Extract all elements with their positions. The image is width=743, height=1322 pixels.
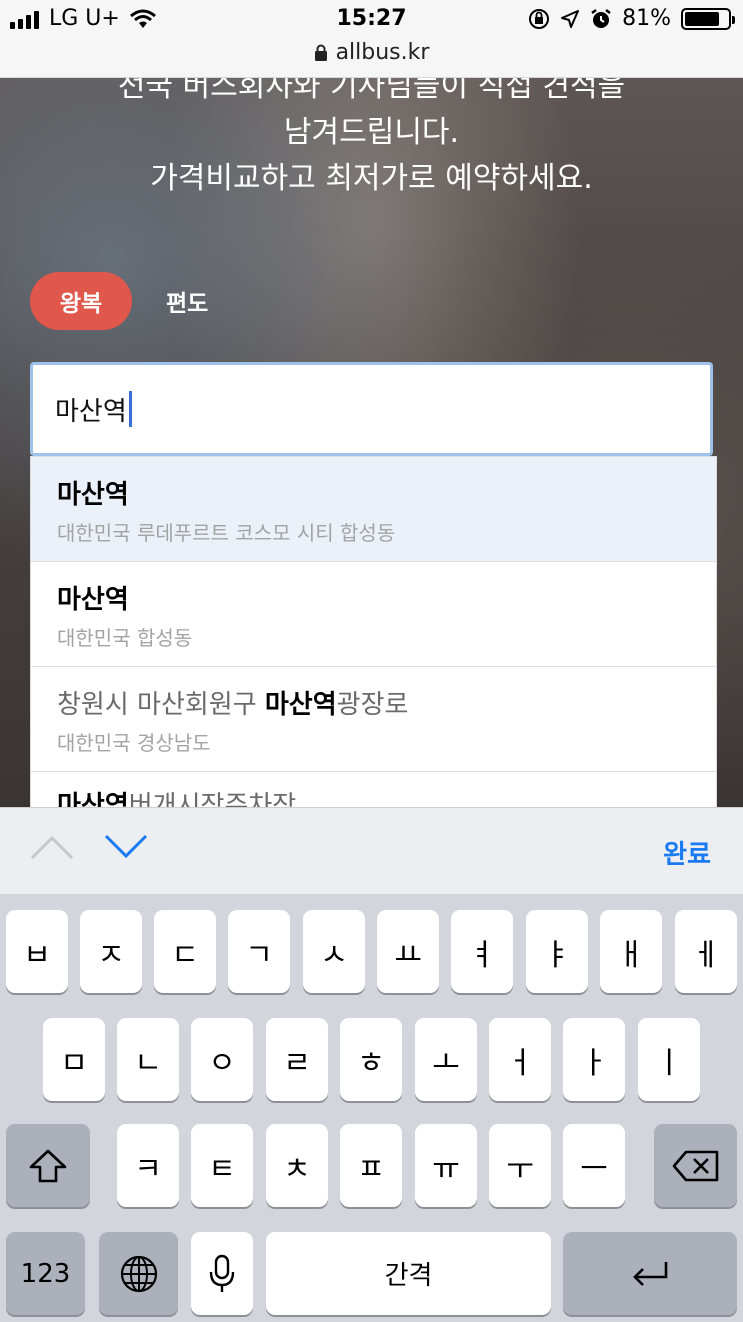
space-key[interactable]: 간격	[266, 1232, 551, 1315]
chevron-up-icon[interactable]	[30, 832, 74, 862]
key[interactable]: ㅕ	[451, 910, 513, 993]
key[interactable]: ㅌ	[191, 1124, 253, 1207]
url-text: allbus.kr	[335, 40, 430, 65]
lock-icon	[314, 44, 327, 61]
suggestion-secondary: 대한민국 합성동	[57, 626, 193, 650]
location-icon	[561, 9, 580, 28]
key[interactable]: ㄴ	[117, 1018, 179, 1101]
chevron-down-icon[interactable]	[104, 832, 148, 862]
microphone-key[interactable]	[191, 1232, 253, 1315]
suggestion-match: 마산역	[57, 791, 129, 807]
key[interactable]: ㄱ	[228, 910, 290, 993]
hero-line-3: 가격비교하고 최저가로 예약하세요.	[150, 161, 593, 196]
key[interactable]: ㄷ	[154, 910, 216, 993]
key[interactable]: ㅋ	[117, 1124, 179, 1207]
return-icon	[633, 1261, 668, 1286]
tab-one-way[interactable]: 편도	[166, 284, 208, 318]
key[interactable]: ㅛ	[377, 910, 439, 993]
trip-type-tabs: 왕복 편도	[30, 272, 208, 330]
numbers-key[interactable]: 123	[6, 1232, 85, 1315]
key[interactable]: ㅇ	[191, 1018, 253, 1101]
key[interactable]: ㅔ	[675, 910, 737, 993]
hero-description: 전국 버스회사와 기사님들이 직접 견적을 남겨드립니다. 가격비교하고 최저가…	[0, 78, 743, 202]
suggestion-secondary: 대한민국 경상남도	[57, 731, 211, 755]
korean-keyboard: ㅂ ㅈ ㄷ ㄱ ㅅ ㅛ ㅕ ㅑ ㅐ ㅔ ㅁ ㄴ ㅇ ㄹ ㅎ ㅗ ㅓ ㅏ ㅣ ㅋ …	[0, 894, 743, 1322]
key[interactable]: ㅜ	[489, 1124, 551, 1207]
key[interactable]: ㅣ	[638, 1018, 700, 1101]
status-bar: LG U+ 15:27 81% allbus.kr	[0, 0, 743, 78]
key[interactable]: ㅍ	[340, 1124, 402, 1207]
suggestion-match: 마산역	[57, 480, 129, 510]
text-caret	[128, 391, 132, 427]
globe-icon	[120, 1255, 157, 1292]
backspace-icon	[672, 1150, 718, 1181]
shift-key[interactable]	[6, 1124, 90, 1207]
keyboard-accessory-bar: 완료	[0, 807, 743, 894]
url-bar[interactable]: allbus.kr	[0, 40, 743, 65]
autocomplete-dropdown: 마산역 대한민국 루데푸르트 코스모 시티 합성동 마산역 대한민국 합성동 창…	[30, 456, 717, 807]
microphone-icon	[209, 1254, 235, 1292]
key[interactable]: ㅑ	[526, 910, 588, 993]
globe-key[interactable]	[99, 1232, 178, 1315]
alarm-icon	[591, 8, 611, 28]
departure-search-input[interactable]: 마산역	[30, 362, 713, 456]
battery-icon	[681, 7, 735, 30]
suggestion-match: 마산역	[264, 690, 337, 720]
key[interactable]: ㅂ	[6, 910, 68, 993]
backspace-key[interactable]	[654, 1124, 737, 1207]
orientation-lock-icon	[529, 8, 550, 29]
key[interactable]: ㅓ	[489, 1018, 551, 1101]
suggestion-suffix: 광장로	[336, 690, 409, 720]
search-input-value: 마산역	[55, 396, 127, 427]
suggestion-match: 마산역	[57, 585, 129, 615]
suggestion-item[interactable]: 마산역버개시장주차장	[31, 772, 716, 807]
key[interactable]: ㅈ	[80, 910, 142, 993]
suggestion-item[interactable]: 마산역 대한민국 합성동	[31, 562, 716, 667]
hero-line-1: 전국 버스회사와 기사님들이 직접 견적을	[117, 78, 626, 104]
key[interactable]: ㅠ	[415, 1124, 477, 1207]
key[interactable]: ㅊ	[266, 1124, 328, 1207]
key[interactable]: ㅎ	[340, 1018, 402, 1101]
key[interactable]: ㅗ	[415, 1018, 477, 1101]
key[interactable]: ㅅ	[303, 910, 365, 993]
done-button[interactable]: 완료	[663, 834, 711, 871]
key[interactable]: ㅁ	[43, 1018, 105, 1101]
key[interactable]: ㅡ	[563, 1124, 625, 1207]
shift-icon	[29, 1149, 67, 1182]
battery-percent: 81%	[622, 6, 671, 31]
key[interactable]: ㅐ	[600, 910, 662, 993]
return-key[interactable]	[563, 1232, 737, 1315]
hero-line-2: 남겨드립니다.	[283, 115, 460, 150]
suggestion-secondary: 대한민국 루데푸르트 코스모 시티 합성동	[57, 521, 396, 545]
key[interactable]: ㅏ	[563, 1018, 625, 1101]
key[interactable]: ㄹ	[266, 1018, 328, 1101]
suggestion-prefix: 창원시 마산회원구	[57, 690, 265, 720]
suggestion-suffix: 버개시장주차장	[128, 791, 297, 807]
hero-section: 전국 버스회사와 기사님들이 직접 견적을 남겨드립니다. 가격비교하고 최저가…	[0, 78, 743, 807]
tab-round-trip[interactable]: 왕복	[30, 272, 132, 330]
suggestion-item[interactable]: 창원시 마산회원구 마산역광장로 대한민국 경상남도	[31, 667, 716, 772]
suggestion-item[interactable]: 마산역 대한민국 루데푸르트 코스모 시티 합성동	[31, 457, 716, 562]
